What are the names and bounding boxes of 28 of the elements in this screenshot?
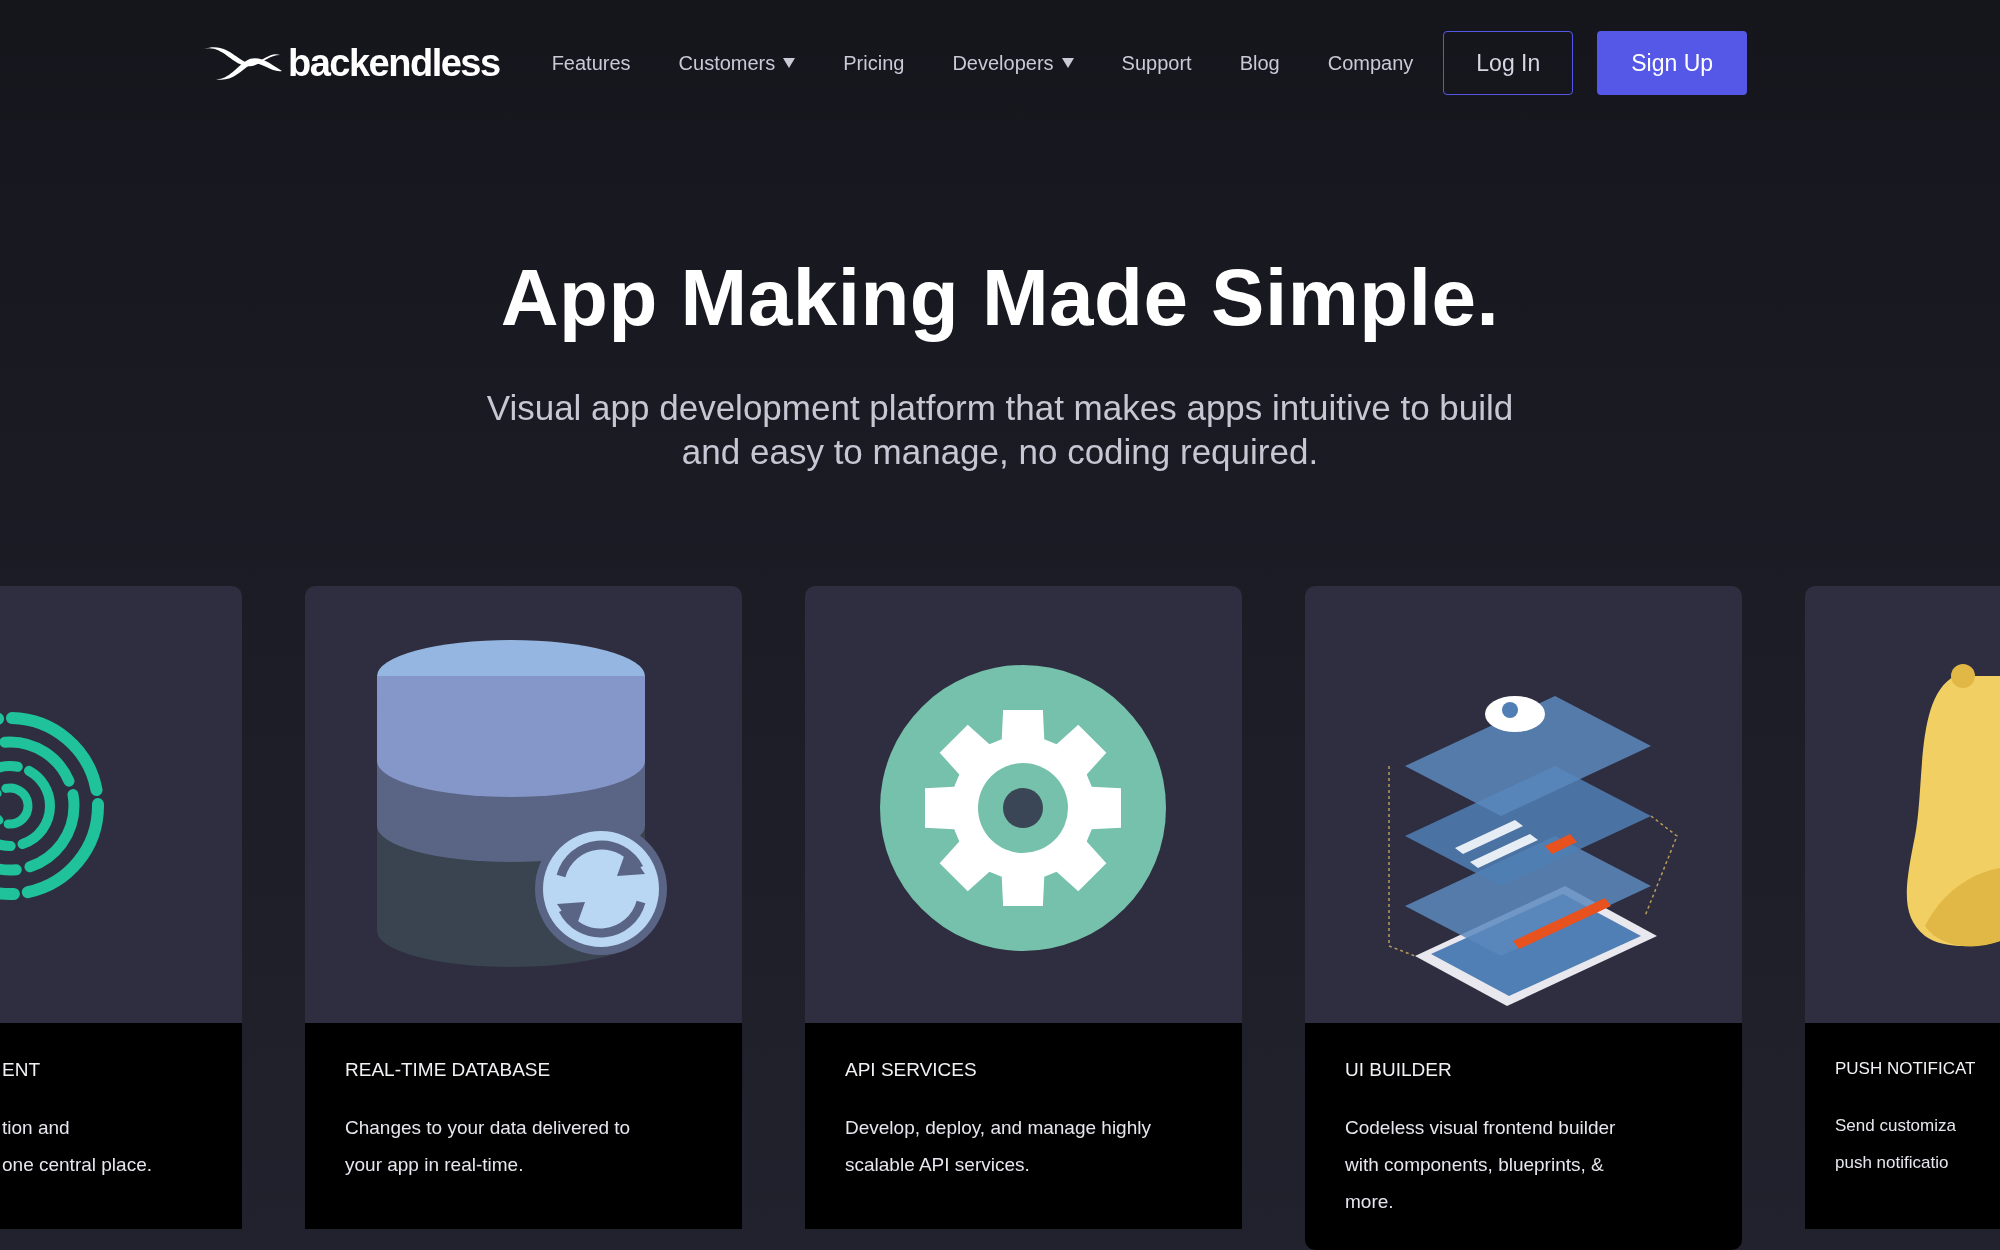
login-button[interactable]: Log In xyxy=(1443,31,1574,95)
card-description-line: with components, blueprints, & xyxy=(1345,1153,1605,1177)
card-description-line: Codeless visual frontend builder xyxy=(1345,1116,1617,1140)
signup-button[interactable]: Sign Up xyxy=(1597,31,1748,95)
nav-link[interactable]: Customers xyxy=(654,51,820,75)
card-description-line: scalable API services. xyxy=(845,1153,1031,1177)
card-description-line: your app in real-time. xyxy=(345,1153,525,1177)
card-description-line: push notificatio xyxy=(1835,1152,1950,1174)
card-title: API SERVICES xyxy=(845,1059,978,1081)
brand-name: backendless xyxy=(288,41,500,85)
card-title: UI BUILDER xyxy=(1345,1059,1453,1081)
card-description-line: Changes to your data delivered to xyxy=(345,1116,632,1140)
card-description-line: more. xyxy=(1345,1190,1395,1214)
nav-link[interactable]: Support xyxy=(1097,51,1216,75)
card-title: REAL-TIME DATABASE xyxy=(345,1059,552,1081)
nav-link[interactable]: Developers xyxy=(928,51,1098,75)
card-description-line: one central place. xyxy=(2,1153,153,1177)
card-title: PUSH NOTIFICAT xyxy=(1835,1059,1977,1079)
nav-link[interactable]: Pricing xyxy=(819,51,929,75)
card-description-line: Send customiza xyxy=(1835,1115,1957,1137)
hero-title: App Making Made Simple. xyxy=(500,254,1500,342)
card-description-line: Develop, deploy, and manage highly xyxy=(845,1116,1152,1140)
nav-link[interactable]: Blog xyxy=(1215,51,1304,75)
nav-link[interactable]: Company xyxy=(1303,51,1438,75)
card-description-line: tion and xyxy=(2,1116,71,1140)
card-title: ENT xyxy=(2,1059,41,1081)
nav-link[interactable]: Features xyxy=(527,51,655,75)
hero-subtitle: Visual app development platform that makes apps intuitive to build and easy to manage, no coding required. xyxy=(485,387,1515,473)
